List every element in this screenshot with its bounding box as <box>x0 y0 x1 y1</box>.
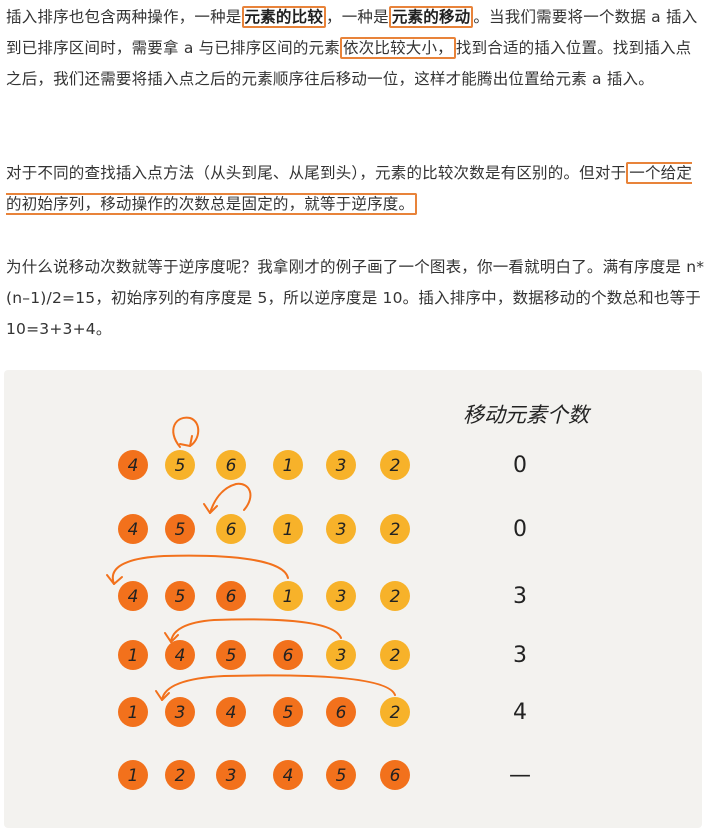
number-label: 5 <box>336 766 347 786</box>
highlight-move: 元素的移动 <box>388 6 474 28</box>
number-label: 1 <box>283 587 294 607</box>
number-label: 5 <box>175 520 186 540</box>
number-label: 6 <box>226 456 237 476</box>
move-count: 3 <box>513 584 527 609</box>
number-label: 6 <box>226 587 237 607</box>
p1-text-mid1: ，一种是 <box>326 8 389 26</box>
move-arrow-3 <box>111 554 289 585</box>
moves-column-header: 移动元素个数 <box>463 403 592 427</box>
paragraph-2: 对于不同的查找插入点方法（从头到尾、从尾到头），元素的比较次数是有区别的。但对于… <box>6 158 706 220</box>
insertion-sort-figure: 移动元素个数 4 5 6 1 3 2 0 4 5 6 1 3 2 0 4 5 6 1 3 2 3 1 4 5 6 3 2 3 1 3 4 5 6… <box>4 370 702 828</box>
number-label: 4 <box>226 703 237 723</box>
number-label: 3 <box>336 520 347 540</box>
number-label: 4 <box>128 520 139 540</box>
arrow-head-1 <box>179 435 193 447</box>
number-label: 6 <box>336 703 347 723</box>
number-label: 1 <box>128 646 139 666</box>
move-count: 0 <box>513 517 527 542</box>
number-label: 6 <box>390 766 401 786</box>
number-label: 1 <box>128 766 139 786</box>
number-label: 3 <box>336 646 347 666</box>
number-label: 5 <box>283 703 294 723</box>
move-arrow-5 <box>161 674 396 701</box>
highlight-compare: 元素的比较 <box>241 6 327 28</box>
move-arrow-4 <box>170 618 342 643</box>
p3-text: 为什么说移动次数就等于逆序度呢？我拿刚才的例子画了一个图表，你一看就明白了。满有… <box>6 258 705 338</box>
move-count: — <box>509 763 531 788</box>
number-label: 3 <box>336 587 347 607</box>
number-label: 1 <box>283 456 294 476</box>
number-label: 3 <box>336 456 347 476</box>
number-label: 2 <box>390 646 401 666</box>
number-label: 1 <box>128 703 139 723</box>
number-label: 5 <box>175 456 186 476</box>
insertion-sort-diagram: 移动元素个数 4 5 6 1 3 2 0 4 5 6 1 3 2 0 4 5 6 1 3 2 3 1 4 5 6 3 2 3 1 3 4 5 6… <box>106 403 592 790</box>
paragraph-1: 插入排序也包含两种操作，一种是 元素的比较 ，一种是 元素的移动 。当我们需要将一个数据… <box>6 2 706 95</box>
number-label: 3 <box>175 703 186 723</box>
number-label: 2 <box>390 703 401 723</box>
number-label: 4 <box>283 766 294 786</box>
p2-text-before: 对于不同的查找插入点方法（从头到尾、从尾到头），元素的比较次数是有区别的。但对于 <box>6 164 627 182</box>
number-label: 4 <box>128 587 139 607</box>
number-label: 3 <box>226 766 237 786</box>
move-arrow-2 <box>209 482 252 514</box>
p1-text-before: 插入排序也包含两种操作，一种是 <box>6 8 242 26</box>
number-label: 2 <box>175 766 186 786</box>
number-label: 5 <box>226 646 237 666</box>
number-label: 6 <box>283 646 294 666</box>
number-label: 1 <box>283 520 294 540</box>
number-label: 6 <box>226 520 237 540</box>
move-count: 4 <box>513 700 527 725</box>
number-label: 4 <box>128 456 139 476</box>
number-label: 2 <box>390 456 401 476</box>
move-count: 0 <box>513 453 527 478</box>
paragraph-3: 为什么说移动次数就等于逆序度呢？我拿刚才的例子画了一个图表，你一看就明白了。满有… <box>6 252 706 345</box>
move-arrow-1 <box>172 416 200 448</box>
number-label: 2 <box>390 520 401 540</box>
number-label: 2 <box>390 587 401 607</box>
move-count: 3 <box>513 643 527 668</box>
number-label: 5 <box>175 587 186 607</box>
number-label: 4 <box>175 646 186 666</box>
highlight-compare-sizes: 依次比较大小， <box>339 37 456 59</box>
arrow-head-3 <box>106 574 123 585</box>
